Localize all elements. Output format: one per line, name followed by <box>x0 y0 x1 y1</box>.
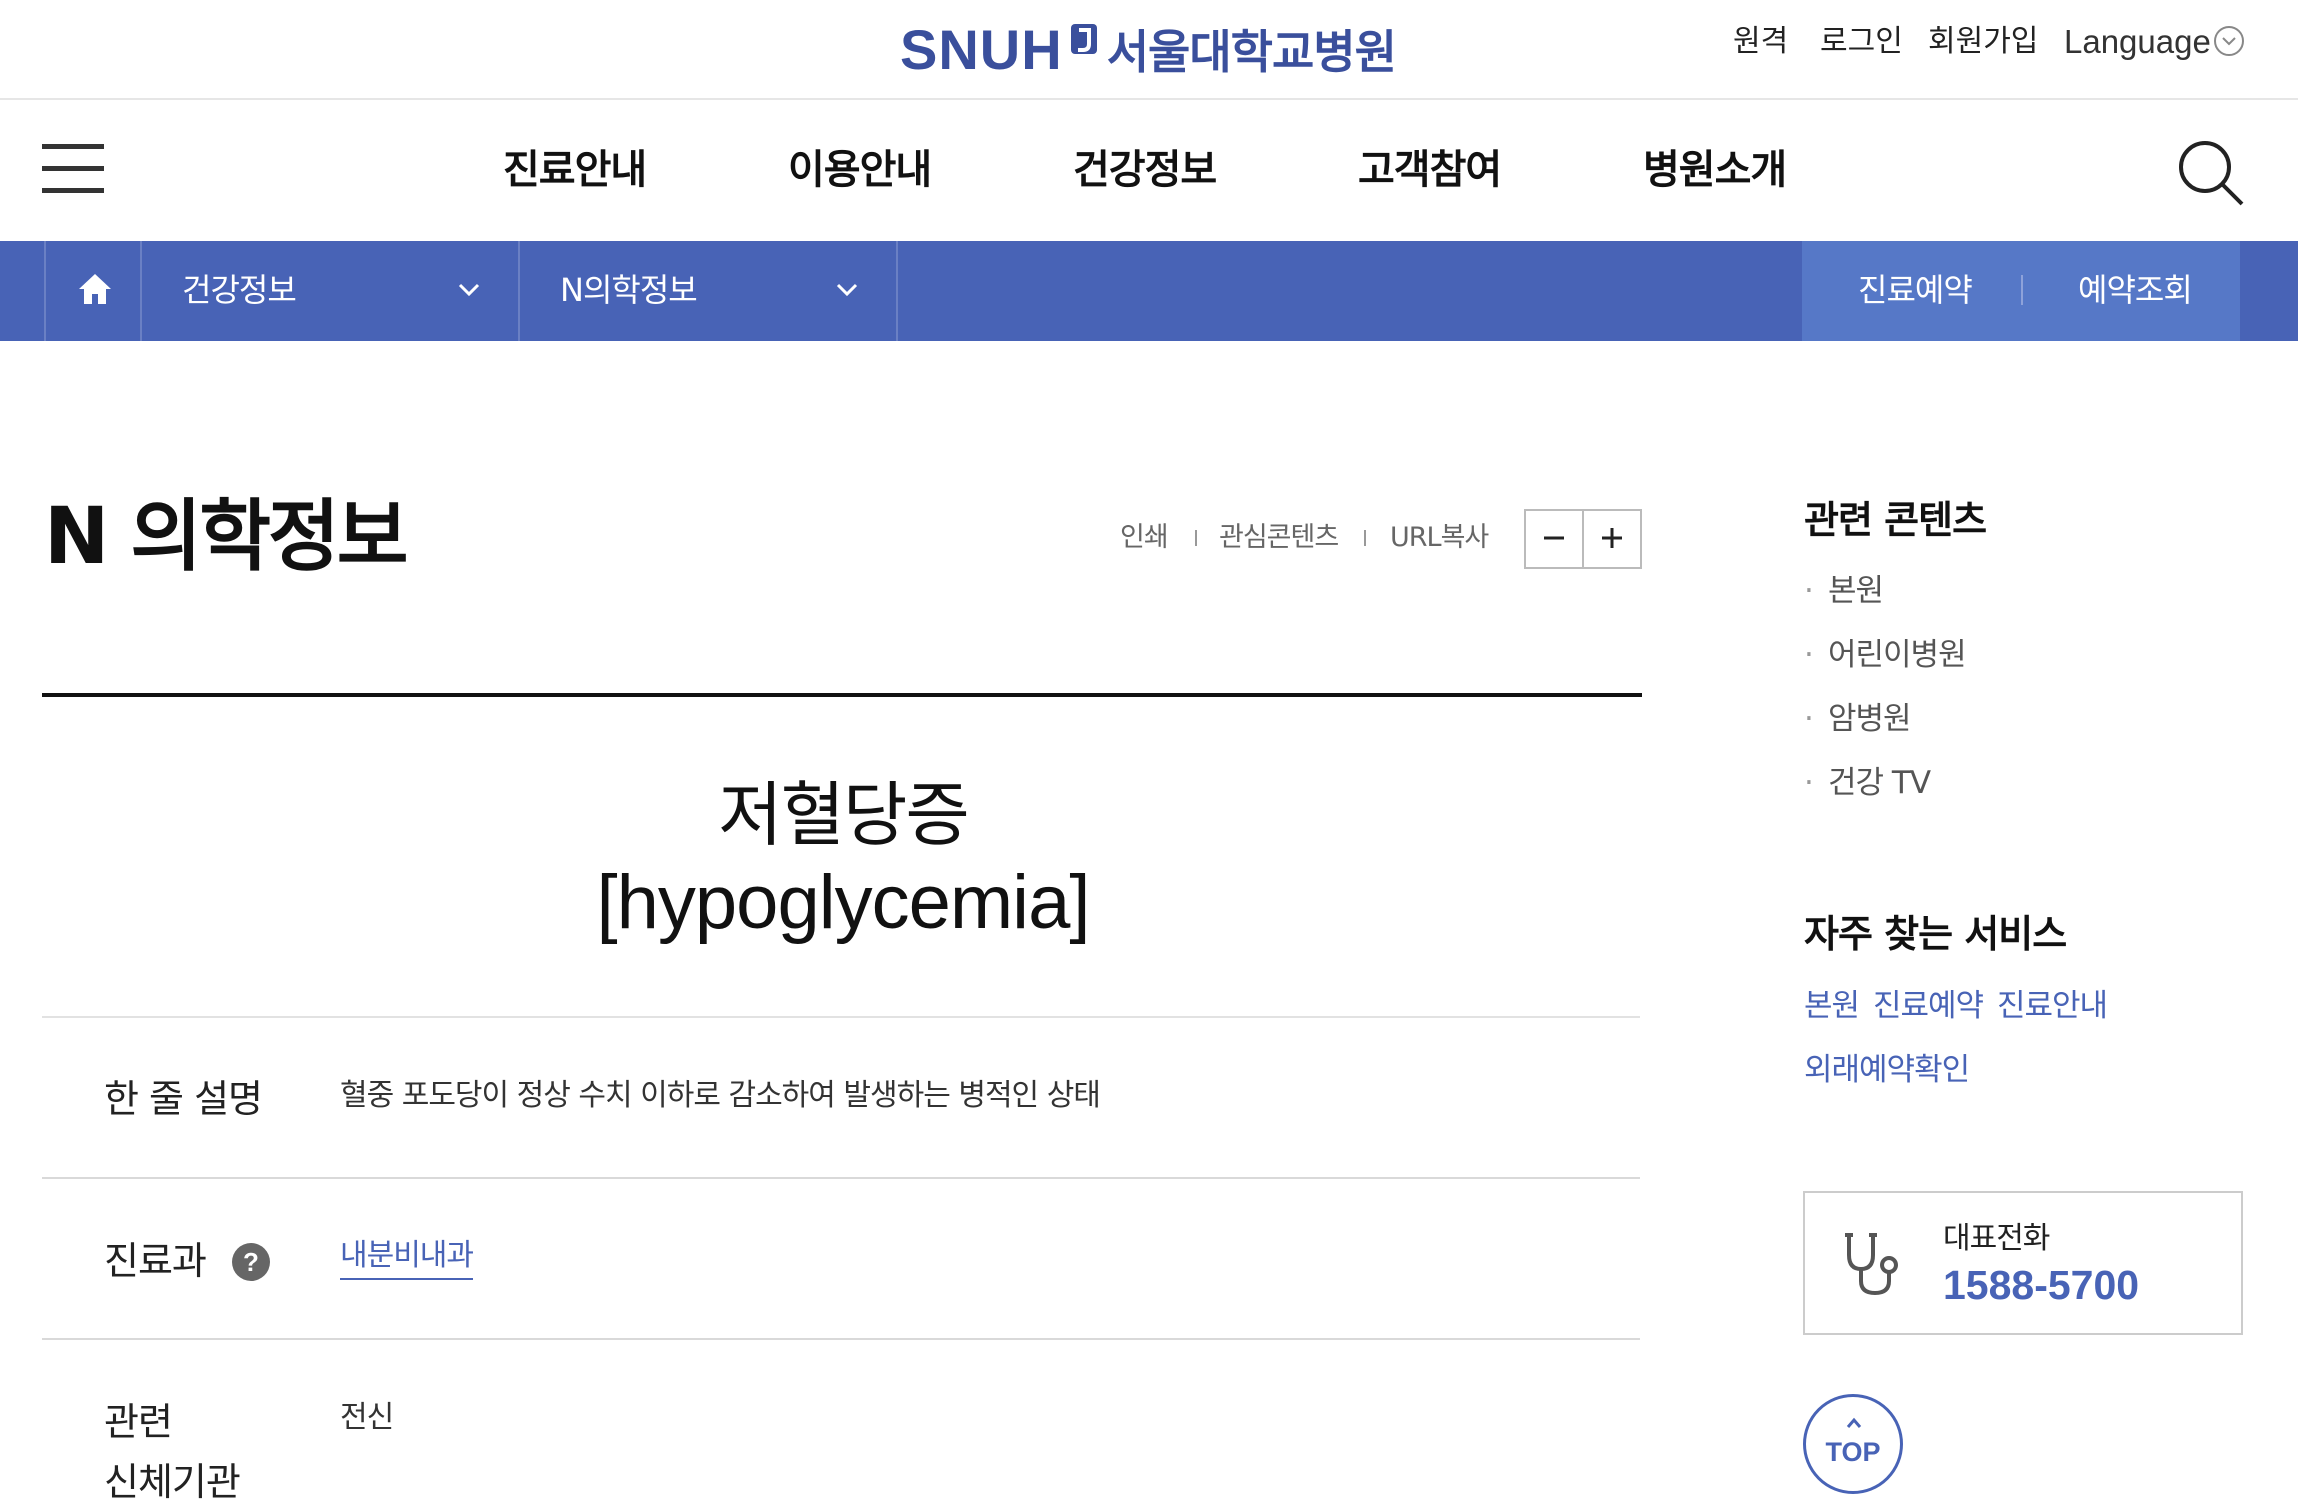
related-content-heading: 관련 콘텐츠 <box>1804 498 1987 542</box>
copy-url-button[interactable]: URL복사 <box>1390 518 1489 558</box>
scroll-top-label: TOP <box>1825 1437 1881 1467</box>
service-link-reservation[interactable]: 진료예약 <box>1873 983 1984 1029</box>
gnb-item-about[interactable]: 병원소개 <box>1643 140 1787 200</box>
minus-icon <box>1544 536 1564 540</box>
plus-icon <box>1602 528 1622 548</box>
divider <box>2021 275 2023 305</box>
reservation-check-button[interactable]: 예약조회 <box>2078 268 2193 312</box>
gnb-item-health-info[interactable]: 건강정보 <box>1073 140 1217 200</box>
chevron-up-icon <box>1846 1417 1862 1428</box>
stethoscope-icon <box>1845 1233 1898 1296</box>
login-link[interactable]: 로그인 <box>1820 22 1903 62</box>
divider <box>1364 530 1366 546</box>
chevron-down-icon <box>836 283 858 297</box>
service-link-main[interactable]: 본원 <box>1804 983 1860 1029</box>
department-label: 진료과 <box>104 1239 207 1283</box>
gnb-item-clinic[interactable]: 진료안내 <box>503 140 647 200</box>
print-button[interactable]: 인쇄 <box>1120 518 1169 558</box>
phone-box: 대표전화 1588-5700 <box>1803 1191 2243 1335</box>
reservation-button[interactable]: 진료예약 <box>1858 268 1973 312</box>
signup-link[interactable]: 회원가입 <box>1928 22 2038 62</box>
breadcrumb-depth1-label: 건강정보 <box>182 271 297 309</box>
zoom-in-button[interactable] <box>1584 511 1642 567</box>
related-organ-label-line2: 신체기관 <box>104 1460 241 1504</box>
font-size-controls <box>1524 509 1642 569</box>
quick-reservation-group: 진료예약 예약조회 <box>1802 241 2240 341</box>
related-item-main[interactable]: · 본원 <box>1804 568 1884 614</box>
language-selector[interactable]: Language <box>2064 22 2211 62</box>
row-divider <box>42 1338 1640 1340</box>
related-organ-value: 전신 <box>340 1400 394 1435</box>
breadcrumb-depth1-select[interactable]: 건강정보 <box>142 241 520 341</box>
department-link[interactable]: 내분비내과 <box>340 1234 474 1280</box>
chevron-down-icon[interactable] <box>2214 26 2244 56</box>
help-icon[interactable]: ? <box>232 1243 270 1281</box>
summary-value: 혈중 포도당이 정상 수치 이하로 감소하여 발생하는 병적인 상태 <box>340 1078 1101 1113</box>
top-utility-bar: SNUH 서울대학교병원 원격 로그인 회원가입 Language <box>0 0 2298 100</box>
service-link-guide[interactable]: 진료안내 <box>1997 983 2108 1029</box>
home-button[interactable] <box>44 241 142 341</box>
disease-name-en: [hypoglycemia] <box>596 860 1091 945</box>
row-divider <box>42 1016 1640 1018</box>
related-organ-label-line1: 관련 <box>104 1400 173 1444</box>
gnb-item-customer[interactable]: 고객참여 <box>1358 140 1502 200</box>
related-organ-label: 관련 신체기관 <box>104 1392 284 1511</box>
logo-emblem-icon <box>1070 24 1097 54</box>
location-bar: 건강정보 N의학정보 진료예약 예약조회 <box>0 241 2298 341</box>
home-icon <box>79 274 111 304</box>
logo-text-ko: 서울대학교병원 <box>1106 25 1397 79</box>
frequent-services-heading: 자주 찾는 서비스 <box>1804 912 2067 956</box>
disease-name-ko: 저혈당증 <box>718 774 970 856</box>
related-item-children[interactable]: · 어린이병원 <box>1804 632 1967 678</box>
breadcrumb-depth2-label: N의학정보 <box>560 271 698 309</box>
logo-text-en: SNUH <box>900 17 1063 81</box>
search-icon[interactable] <box>2176 138 2246 208</box>
title-divider <box>42 693 1642 697</box>
scroll-top-button[interactable]: TOP <box>1803 1394 1903 1494</box>
zoom-out-button[interactable] <box>1526 511 1584 567</box>
remote-link[interactable]: 원격 <box>1733 22 1788 62</box>
chevron-down-icon <box>458 283 480 297</box>
main-navigation: 진료안내 이용안내 건강정보 고객참여 병원소개 <box>0 100 2298 241</box>
phone-number[interactable]: 1588-5700 <box>1943 1259 2139 1311</box>
site-logo[interactable]: SNUH 서울대학교병원 <box>900 14 1397 84</box>
breadcrumb-depth2-select[interactable]: N의학정보 <box>520 241 898 341</box>
summary-label: 한 줄 설명 <box>104 1077 263 1121</box>
menu-hamburger-icon[interactable] <box>42 144 104 194</box>
divider <box>1195 530 1197 546</box>
gnb-item-usage[interactable]: 이용안내 <box>788 140 932 200</box>
service-link-outpatient-check[interactable]: 외래예약확인 <box>1804 1047 1970 1093</box>
related-item-tv[interactable]: · 건강 TV <box>1804 760 1931 806</box>
page-title: N 의학정보 <box>44 492 408 582</box>
related-item-cancer[interactable]: · 암병원 <box>1804 696 1912 742</box>
row-divider <box>42 1177 1640 1179</box>
bookmark-button[interactable]: 관심콘텐츠 <box>1219 518 1339 558</box>
phone-label: 대표전화 <box>1943 1221 2050 1256</box>
